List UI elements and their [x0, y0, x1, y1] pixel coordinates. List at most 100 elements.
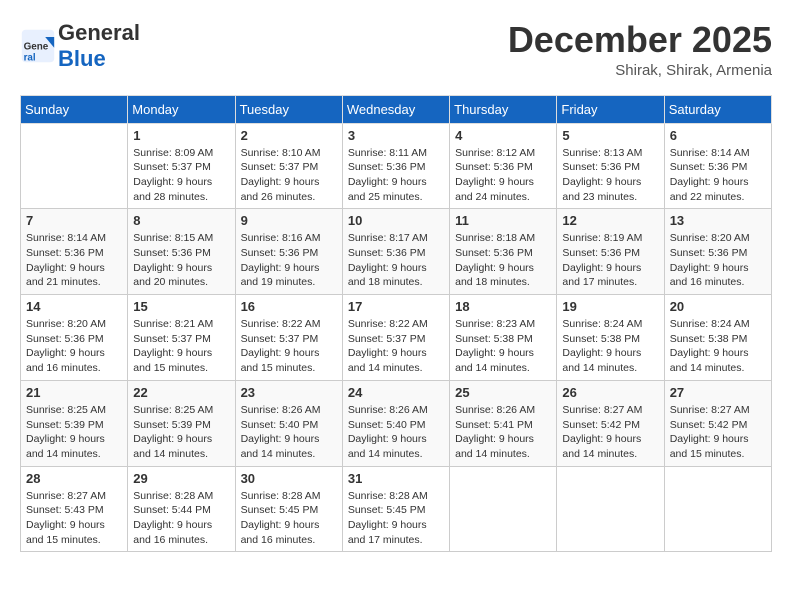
day-number: 21: [26, 385, 122, 400]
month-title: December 2025: [508, 20, 772, 60]
calendar-week-row: 28 Sunrise: 8:27 AM Sunset: 5:43 PM Dayli…: [21, 466, 772, 552]
weekday-header-row: SundayMondayTuesdayWednesdayThursdayFrid…: [21, 95, 772, 123]
day-info: Sunrise: 8:25 AM Sunset: 5:39 PM Dayligh…: [133, 403, 229, 462]
calendar-cell: 27 Sunrise: 8:27 AM Sunset: 5:42 PM Dayli…: [664, 380, 771, 466]
calendar-cell: [21, 123, 128, 209]
calendar-cell: 29 Sunrise: 8:28 AM Sunset: 5:44 PM Dayli…: [128, 466, 235, 552]
calendar-cell: 15 Sunrise: 8:21 AM Sunset: 5:37 PM Dayli…: [128, 295, 235, 381]
day-number: 12: [562, 213, 658, 228]
weekday-header-thursday: Thursday: [450, 95, 557, 123]
logo-icon: Gene ral: [20, 28, 56, 64]
day-info: Sunrise: 8:24 AM Sunset: 5:38 PM Dayligh…: [670, 317, 766, 376]
calendar-cell: [450, 466, 557, 552]
calendar-table: SundayMondayTuesdayWednesdayThursdayFrid…: [20, 95, 772, 553]
calendar-week-row: 21 Sunrise: 8:25 AM Sunset: 5:39 PM Dayli…: [21, 380, 772, 466]
calendar-cell: 4 Sunrise: 8:12 AM Sunset: 5:36 PM Daylig…: [450, 123, 557, 209]
calendar-cell: 22Sunrise: 8:25 AM Sunset: 5:39 PM Dayli…: [128, 380, 235, 466]
day-info: Sunrise: 8:11 AM Sunset: 5:36 PM Dayligh…: [348, 146, 444, 205]
day-info: Sunrise: 8:20 AM Sunset: 5:36 PM Dayligh…: [670, 231, 766, 290]
calendar-cell: 14 Sunrise: 8:20 AM Sunset: 5:36 PM Dayli…: [21, 295, 128, 381]
weekday-header-tuesday: Tuesday: [235, 95, 342, 123]
day-number: 9: [241, 213, 337, 228]
day-info: Sunrise: 8:26 AM Sunset: 5:41 PM Dayligh…: [455, 403, 551, 462]
day-number: 4: [455, 128, 551, 143]
day-info: Sunrise: 8:23 AM Sunset: 5:38 PM Dayligh…: [455, 317, 551, 376]
logo: Gene ral General Blue: [20, 20, 140, 72]
calendar-cell: 30 Sunrise: 8:28 AM Sunset: 5:45 PM Dayli…: [235, 466, 342, 552]
day-number: 29: [133, 471, 229, 486]
day-info: Sunrise: 8:14 AM Sunset: 5:36 PM Dayligh…: [26, 231, 122, 290]
day-info: Sunrise: 8:18 AM Sunset: 5:36 PM Dayligh…: [455, 231, 551, 290]
calendar-cell: 21 Sunrise: 8:25 AM Sunset: 5:39 PM Dayli…: [21, 380, 128, 466]
day-info: Sunrise: 8:27 AM Sunset: 5:42 PM Dayligh…: [562, 403, 658, 462]
calendar-cell: 26Sunrise: 8:27 AM Sunset: 5:42 PM Dayli…: [557, 380, 664, 466]
day-number: 2: [241, 128, 337, 143]
day-info: Sunrise: 8:15 AM Sunset: 5:36 PM Dayligh…: [133, 231, 229, 290]
day-number: 6: [670, 128, 766, 143]
day-number: 20: [670, 299, 766, 314]
calendar-cell: 23 Sunrise: 8:26 AM Sunset: 5:40 PM Dayli…: [235, 380, 342, 466]
calendar-cell: 6 Sunrise: 8:14 AM Sunset: 5:36 PM Daylig…: [664, 123, 771, 209]
calendar-cell: 28 Sunrise: 8:27 AM Sunset: 5:43 PM Dayli…: [21, 466, 128, 552]
calendar-cell: 8Sunrise: 8:15 AM Sunset: 5:36 PM Daylig…: [128, 209, 235, 295]
day-info: Sunrise: 8:20 AM Sunset: 5:36 PM Dayligh…: [26, 317, 122, 376]
calendar-cell: 5 Sunrise: 8:13 AM Sunset: 5:36 PM Daylig…: [557, 123, 664, 209]
calendar-week-row: 14 Sunrise: 8:20 AM Sunset: 5:36 PM Dayli…: [21, 295, 772, 381]
weekday-header-friday: Friday: [557, 95, 664, 123]
day-info: Sunrise: 8:19 AM Sunset: 5:36 PM Dayligh…: [562, 231, 658, 290]
calendar-cell: 3 Sunrise: 8:11 AM Sunset: 5:36 PM Daylig…: [342, 123, 449, 209]
day-number: 11: [455, 213, 551, 228]
calendar-cell: 13 Sunrise: 8:20 AM Sunset: 5:36 PM Dayli…: [664, 209, 771, 295]
day-number: 3: [348, 128, 444, 143]
day-number: 30: [241, 471, 337, 486]
calendar-cell: 31 Sunrise: 8:28 AM Sunset: 5:45 PM Dayli…: [342, 466, 449, 552]
calendar-cell: 18 Sunrise: 8:23 AM Sunset: 5:38 PM Dayli…: [450, 295, 557, 381]
day-number: 24: [348, 385, 444, 400]
day-info: Sunrise: 8:14 AM Sunset: 5:36 PM Dayligh…: [670, 146, 766, 205]
day-number: 23: [241, 385, 337, 400]
day-info: Sunrise: 8:13 AM Sunset: 5:36 PM Dayligh…: [562, 146, 658, 205]
calendar-week-row: 7Sunrise: 8:14 AM Sunset: 5:36 PM Daylig…: [21, 209, 772, 295]
day-info: Sunrise: 8:26 AM Sunset: 5:40 PM Dayligh…: [241, 403, 337, 462]
calendar-cell: [557, 466, 664, 552]
day-number: 28: [26, 471, 122, 486]
day-number: 15: [133, 299, 229, 314]
day-info: Sunrise: 8:17 AM Sunset: 5:36 PM Dayligh…: [348, 231, 444, 290]
calendar-cell: 1 Sunrise: 8:09 AM Sunset: 5:37 PM Daylig…: [128, 123, 235, 209]
logo-general-text: General: [58, 20, 140, 45]
day-info: Sunrise: 8:28 AM Sunset: 5:45 PM Dayligh…: [348, 489, 444, 548]
day-number: 13: [670, 213, 766, 228]
calendar-cell: 16 Sunrise: 8:22 AM Sunset: 5:37 PM Dayli…: [235, 295, 342, 381]
day-info: Sunrise: 8:25 AM Sunset: 5:39 PM Dayligh…: [26, 403, 122, 462]
day-info: Sunrise: 8:22 AM Sunset: 5:37 PM Dayligh…: [241, 317, 337, 376]
calendar-cell: 24 Sunrise: 8:26 AM Sunset: 5:40 PM Dayli…: [342, 380, 449, 466]
day-info: Sunrise: 8:21 AM Sunset: 5:37 PM Dayligh…: [133, 317, 229, 376]
day-number: 10: [348, 213, 444, 228]
day-info: Sunrise: 8:27 AM Sunset: 5:43 PM Dayligh…: [26, 489, 122, 548]
logo-blue-text: Blue: [58, 46, 106, 71]
day-info: Sunrise: 8:28 AM Sunset: 5:45 PM Dayligh…: [241, 489, 337, 548]
day-number: 16: [241, 299, 337, 314]
calendar-week-row: 1 Sunrise: 8:09 AM Sunset: 5:37 PM Daylig…: [21, 123, 772, 209]
day-info: Sunrise: 8:28 AM Sunset: 5:44 PM Dayligh…: [133, 489, 229, 548]
calendar-cell: 12 Sunrise: 8:19 AM Sunset: 5:36 PM Dayli…: [557, 209, 664, 295]
day-number: 5: [562, 128, 658, 143]
day-info: Sunrise: 8:26 AM Sunset: 5:40 PM Dayligh…: [348, 403, 444, 462]
calendar-cell: [664, 466, 771, 552]
day-number: 14: [26, 299, 122, 314]
day-number: 31: [348, 471, 444, 486]
day-info: Sunrise: 8:24 AM Sunset: 5:38 PM Dayligh…: [562, 317, 658, 376]
day-number: 25: [455, 385, 551, 400]
weekday-header-wednesday: Wednesday: [342, 95, 449, 123]
day-info: Sunrise: 8:12 AM Sunset: 5:36 PM Dayligh…: [455, 146, 551, 205]
day-number: 27: [670, 385, 766, 400]
page-header: Gene ral General Blue December 2025 Shir…: [20, 20, 772, 79]
day-number: 1: [133, 128, 229, 143]
calendar-cell: 20 Sunrise: 8:24 AM Sunset: 5:38 PM Dayli…: [664, 295, 771, 381]
title-block: December 2025 Shirak, Shirak, Armenia: [508, 20, 772, 79]
calendar-cell: 11 Sunrise: 8:18 AM Sunset: 5:36 PM Dayli…: [450, 209, 557, 295]
day-info: Sunrise: 8:27 AM Sunset: 5:42 PM Dayligh…: [670, 403, 766, 462]
day-info: Sunrise: 8:09 AM Sunset: 5:37 PM Dayligh…: [133, 146, 229, 205]
day-number: 18: [455, 299, 551, 314]
day-info: Sunrise: 8:22 AM Sunset: 5:37 PM Dayligh…: [348, 317, 444, 376]
